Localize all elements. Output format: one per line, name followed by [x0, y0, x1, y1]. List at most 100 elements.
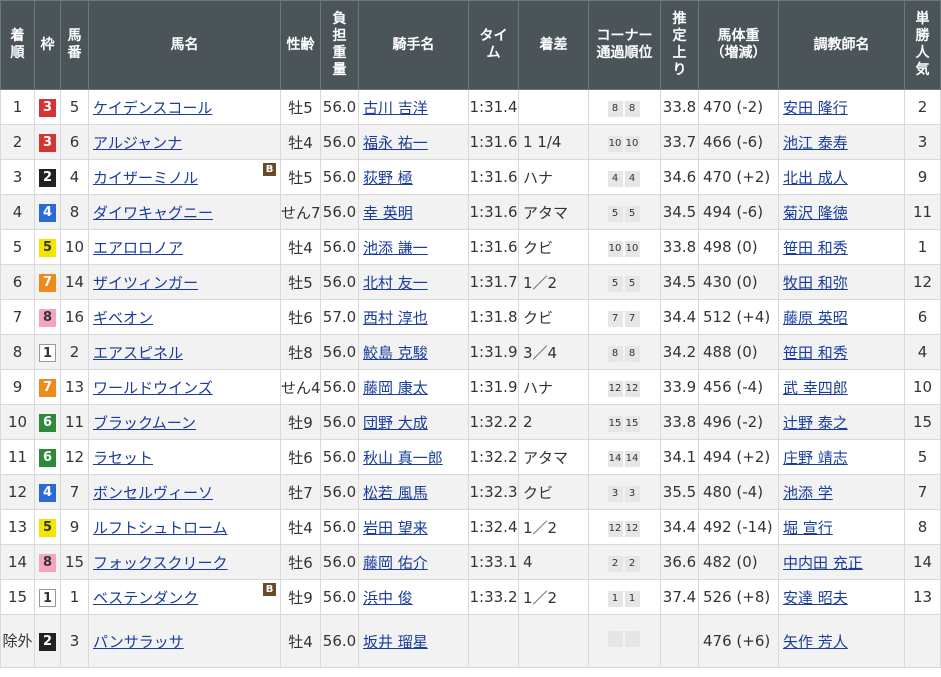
- jockey-link[interactable]: 団野 大成: [363, 414, 428, 432]
- trainer-link[interactable]: 菊沢 隆徳: [783, 204, 848, 222]
- horse-name-link[interactable]: エアロロノア: [93, 239, 183, 257]
- popularity-cell: 12: [904, 264, 941, 300]
- agari-cell: 34.5: [660, 264, 699, 300]
- jockey-cell: 藤岡 康太: [358, 369, 469, 405]
- horse-name-link[interactable]: ザイツィンガー: [93, 274, 198, 292]
- waku-badge: 7: [39, 379, 56, 397]
- trainer-link[interactable]: 安達 昭夫: [783, 589, 848, 607]
- jockey-cell: 坂井 瑠星: [358, 614, 469, 668]
- jockey-link[interactable]: 坂井 瑠星: [363, 633, 428, 651]
- corner-cell: 22: [588, 544, 661, 580]
- trainer-cell: 堀 宣行: [778, 509, 905, 545]
- trainer-link[interactable]: 安田 隆行: [783, 99, 848, 117]
- horse-name-link[interactable]: フォックスクリーク: [93, 554, 228, 572]
- waku-badge: 4: [39, 484, 56, 502]
- corner-position: 12: [607, 381, 623, 397]
- waku-cell: 8: [34, 299, 61, 335]
- margin-cell: 1 1/4: [518, 124, 589, 160]
- rank-cell: 6: [0, 264, 35, 300]
- trainer-link[interactable]: 矢作 芳人: [783, 633, 848, 651]
- jockey-cell: 秋山 真一郎: [358, 439, 469, 475]
- agari-cell: 34.1: [660, 439, 699, 475]
- horse-name-link[interactable]: ルフトシュトローム: [93, 519, 228, 537]
- corner-position: 10: [624, 136, 640, 152]
- horse-name-link[interactable]: ボンセルヴィーソ: [93, 484, 213, 502]
- corner-position: 14: [624, 451, 640, 467]
- jockey-link[interactable]: 鮫島 克駿: [363, 344, 428, 362]
- horse-name-link[interactable]: ケイデンスコール: [93, 99, 212, 117]
- trainer-link[interactable]: 北出 成人: [783, 169, 848, 187]
- horse-name-link[interactable]: カイザーミノル: [93, 169, 198, 187]
- jockey-link[interactable]: 西村 淳也: [363, 309, 428, 327]
- jockey-link[interactable]: 浜中 俊: [363, 589, 413, 607]
- jockey-link[interactable]: 池添 謙一: [363, 239, 428, 257]
- trainer-cell: 安田 隆行: [778, 89, 905, 125]
- time-cell: [468, 614, 519, 668]
- trainer-link[interactable]: 庄野 靖志: [783, 449, 848, 467]
- table-header-row: 着順 枠 馬番 馬名 性齢 負担重量 騎手名 タイム 着差 コーナー 通過順位 推…: [0, 0, 941, 90]
- trainer-link[interactable]: 牧田 和弥: [783, 274, 848, 292]
- umaban-cell: 12: [60, 439, 89, 475]
- jockey-link[interactable]: 荻野 極: [363, 169, 413, 187]
- trainer-link[interactable]: 池添 学: [783, 484, 833, 502]
- waku-badge: 3: [39, 134, 56, 152]
- margin-cell: ハナ: [518, 369, 589, 405]
- time-cell: 1:31.8: [468, 299, 519, 335]
- header-jockey: 騎手名: [358, 0, 469, 90]
- trainer-link[interactable]: 中内田 充正: [783, 554, 863, 572]
- trainer-link[interactable]: 笹田 和秀: [783, 239, 848, 257]
- trainer-link[interactable]: 藤原 英昭: [783, 309, 848, 327]
- corner-position: 3: [607, 486, 623, 502]
- horse-name-link[interactable]: ワールドウインズ: [93, 379, 213, 397]
- horse-name-link[interactable]: ギベオン: [93, 309, 153, 327]
- horse-name-link[interactable]: ブラックムーン: [93, 414, 196, 432]
- trainer-link[interactable]: 池江 泰寿: [783, 134, 848, 152]
- trainer-link[interactable]: 武 幸四郎: [783, 379, 848, 397]
- header-body-weight: 馬体重 （増減）: [698, 0, 779, 90]
- table-row: 15 1 1 ベステンダンク B 牡9 56.0 浜中 俊 1:33.2 1／2 1 1 37.4 526…: [0, 579, 941, 615]
- jockey-link[interactable]: 秋山 真一郎: [363, 449, 443, 467]
- jockey-link[interactable]: 藤岡 佑介: [363, 554, 428, 572]
- horse-name-link[interactable]: アルジャンナ: [93, 134, 182, 152]
- umaban-cell: 14: [60, 264, 89, 300]
- corner-cell: 88: [588, 89, 661, 125]
- corner-cell: 12 12: [588, 369, 661, 405]
- horse-name-link[interactable]: ダイワキャグニー: [93, 204, 213, 222]
- jockey-link[interactable]: 古川 吉洋: [363, 99, 428, 117]
- horse-name-link[interactable]: ベステンダンク: [93, 589, 198, 607]
- horse-name-cell: ダイワキャグニー: [88, 194, 281, 230]
- waku-badge: 6: [39, 449, 56, 467]
- margin-cell: 1／2: [518, 264, 589, 300]
- margin-cell: 1／2: [518, 579, 589, 615]
- jockey-link[interactable]: 松若 風馬: [363, 484, 428, 502]
- trainer-link[interactable]: 笹田 和秀: [783, 344, 848, 362]
- trainer-cell: 笹田 和秀: [778, 334, 905, 370]
- horse-name-cell: ベステンダンク B: [88, 579, 281, 615]
- trainer-link[interactable]: 辻野 泰之: [783, 414, 848, 432]
- corner-position: 15: [607, 416, 623, 432]
- jockey-link[interactable]: 福永 祐一: [363, 134, 428, 152]
- corner-cell: 55: [588, 194, 661, 230]
- jockey-link[interactable]: 北村 友一: [363, 274, 428, 292]
- table-row: 4 4 8 ダイワキャグニー せん7 56.0 幸 英明 1:31.6 アタマ 5 5 34.5 494…: [0, 194, 941, 230]
- waku-cell: 2: [34, 614, 61, 668]
- jockey-link[interactable]: 幸 英明: [363, 204, 413, 222]
- body-weight-cell: 456 (-4): [698, 369, 779, 405]
- rank-cell: 9: [0, 369, 35, 405]
- horse-name-link[interactable]: エアスピネル: [93, 344, 183, 362]
- header-weight: 負担重量: [320, 0, 359, 90]
- horse-name-link[interactable]: パンサラッサ: [93, 633, 184, 651]
- jockey-link[interactable]: 岩田 望来: [363, 519, 428, 537]
- trainer-link[interactable]: 堀 宣行: [783, 519, 833, 537]
- rank-cell: 2: [0, 124, 35, 160]
- margin-cell: 2: [518, 404, 589, 440]
- weight-cell: 56.0: [320, 334, 359, 370]
- body-weight-cell: 470 (+2): [698, 159, 779, 195]
- trainer-cell: 矢作 芳人: [778, 614, 905, 668]
- agari-cell: 34.5: [660, 194, 699, 230]
- horse-name-link[interactable]: ラセット: [93, 449, 153, 467]
- weight-cell: 56.0: [320, 89, 359, 125]
- jockey-link[interactable]: 藤岡 康太: [363, 379, 428, 397]
- rank-cell: 10: [0, 404, 35, 440]
- time-cell: 1:32.4: [468, 509, 519, 545]
